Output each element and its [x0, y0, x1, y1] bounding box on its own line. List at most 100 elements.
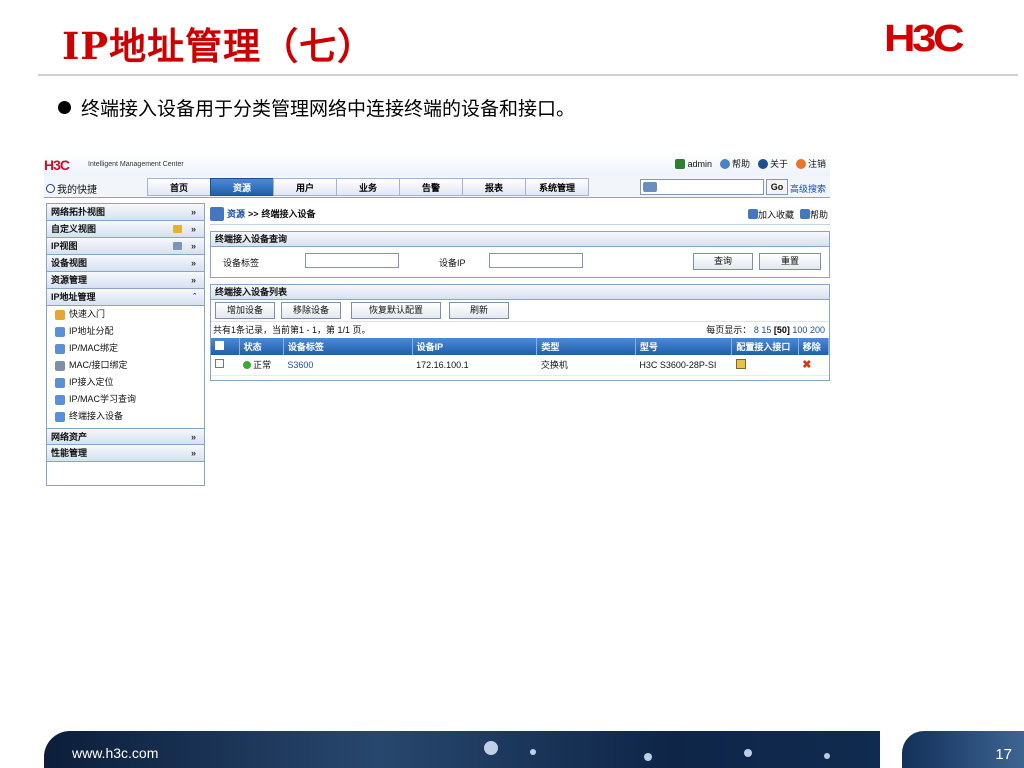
- col-model[interactable]: 型号: [635, 338, 733, 355]
- status-ok-icon: [243, 361, 252, 370]
- page-number: 17: [995, 746, 1012, 763]
- help-icon: [799, 209, 810, 219]
- search-type-icon[interactable]: [643, 182, 657, 192]
- view-switch-icon[interactable]: [173, 242, 182, 250]
- tab-alarms[interactable]: 告警: [399, 178, 463, 196]
- page-size-200[interactable]: 200: [810, 325, 825, 335]
- expand-chevron-icon[interactable]: »: [191, 204, 196, 220]
- refresh-button[interactable]: 刷新: [449, 302, 509, 319]
- sidebar-section-device-view[interactable]: 设备视图 »: [47, 255, 204, 272]
- expand-chevron-icon[interactable]: »: [191, 238, 196, 254]
- app-logo: H3C: [44, 157, 70, 173]
- expand-chevron-icon[interactable]: »: [191, 255, 196, 271]
- sidebar-section-resource-mgmt[interactable]: 资源管理 »: [47, 272, 204, 289]
- config-port-cell: [731, 355, 799, 376]
- remove-device-button[interactable]: 移除设备: [281, 302, 341, 319]
- delete-icon[interactable]: ✖: [802, 359, 811, 371]
- user-link[interactable]: admin: [675, 157, 712, 170]
- title-divider: [38, 74, 1018, 76]
- tab-services[interactable]: 业务: [336, 178, 400, 196]
- sidebar-item-ip-locate[interactable]: IP接入定位: [47, 374, 204, 391]
- record-summary: 共有1条记录，当前第1 - 1，第 1/1 页。: [213, 325, 371, 335]
- about-link[interactable]: 关于: [757, 157, 788, 170]
- col-config-port: 配置接入接口: [731, 338, 799, 355]
- sidebar-section-label: 资源管理: [51, 275, 88, 285]
- sidebar-section-network-assets[interactable]: 网络资产 »: [47, 428, 204, 445]
- page-size-100[interactable]: 100: [792, 325, 807, 335]
- star-icon: [747, 209, 758, 219]
- col-device-ip[interactable]: 设备IP: [412, 338, 538, 355]
- add-device-button[interactable]: 增加设备: [215, 302, 275, 319]
- sidebar: 网络拓扑视图 » 自定义视图 » IP视图 » 设备视图 » 资源管理 » IP地址管理 ˆ…: [46, 203, 205, 486]
- my-shortcuts[interactable]: 我的快捷: [46, 181, 97, 196]
- search-input[interactable]: [640, 179, 764, 195]
- folder-icon[interactable]: [173, 225, 182, 233]
- device-ip-input[interactable]: [489, 253, 583, 268]
- status-cell: 正常: [239, 355, 284, 376]
- about-label: 关于: [769, 159, 788, 169]
- page-size-15[interactable]: 15: [761, 325, 771, 335]
- sidebar-section-label: 网络拓扑视图: [51, 207, 106, 217]
- device-tag-label: 设备标签: [223, 258, 260, 268]
- sidebar-section-ip-mgmt[interactable]: IP地址管理 ˆ: [47, 289, 204, 306]
- sidebar-section-ip-view[interactable]: IP视图 »: [47, 238, 204, 255]
- port-icon: [55, 360, 65, 371]
- page-number-box: 17: [902, 731, 1024, 768]
- footer-url: www.h3c.com: [72, 745, 159, 761]
- table-row: 正常 S3600 172.16.100.1 交换机 H3C S3600-28P-…: [211, 355, 829, 376]
- sidebar-section-label: 设备视图: [51, 258, 88, 268]
- nav-bar: 我的快捷 首页 资源 用户 业务 告警 报表 系统管理 Go 高级搜索: [44, 176, 830, 198]
- sidebar-item-label: MAC/接口绑定: [69, 360, 128, 370]
- logout-link[interactable]: 注销: [795, 157, 826, 170]
- sidebar-item-label: IP地址分配: [69, 326, 114, 336]
- sidebar-item-ip-mac-binding[interactable]: IP/MAC绑定: [47, 340, 204, 357]
- advanced-search-link[interactable]: 高级搜索: [790, 182, 826, 195]
- restore-default-button[interactable]: 恢复默认配置: [351, 302, 441, 319]
- add-favorite-link[interactable]: 加入收藏: [747, 208, 794, 221]
- expand-chevron-icon[interactable]: »: [191, 445, 196, 461]
- col-device-tag[interactable]: 设备标签: [283, 338, 413, 355]
- page-help-link[interactable]: 帮助: [799, 208, 828, 221]
- sidebar-item-ip-mac-learning[interactable]: IP/MAC学习查询: [47, 391, 204, 408]
- col-status[interactable]: 状态: [239, 338, 284, 355]
- app-header: H3C Intelligent Management Center admin …: [44, 152, 830, 176]
- device-ip-cell: 172.16.100.1: [412, 355, 537, 376]
- footer-glow: [484, 741, 498, 755]
- sidebar-section-custom-view[interactable]: 自定义视图 »: [47, 221, 204, 238]
- sidebar-section-label: IP视图: [51, 241, 78, 251]
- sidebar-item-ip-allocation[interactable]: IP地址分配: [47, 323, 204, 340]
- col-type[interactable]: 类型: [536, 338, 636, 355]
- expand-chevron-icon[interactable]: »: [191, 429, 196, 445]
- sidebar-item-terminal-access[interactable]: 终端接入设备: [47, 408, 204, 425]
- reset-button[interactable]: 重置: [759, 253, 821, 270]
- main-tabs: 首页 资源 用户 业务 告警 报表 系统管理: [147, 178, 589, 196]
- list-panel-title: 终端接入设备列表: [211, 285, 829, 300]
- status-text: 正常: [253, 360, 272, 371]
- tab-users[interactable]: 用户: [273, 178, 337, 196]
- binding-icon: [55, 343, 65, 354]
- select-all-checkbox[interactable]: [215, 341, 224, 350]
- row-checkbox[interactable]: [215, 359, 224, 369]
- edit-icon[interactable]: [735, 358, 746, 369]
- device-tag-link[interactable]: S3600: [287, 360, 313, 370]
- collapse-chevron-icon[interactable]: ˆ: [193, 289, 196, 305]
- slide-title: IP地址管理（七）: [62, 24, 376, 68]
- sidebar-section-topology[interactable]: 网络拓扑视图 »: [47, 204, 204, 221]
- sidebar-item-mac-port-binding[interactable]: MAC/接口绑定: [47, 357, 204, 374]
- sidebar-item-quick-start[interactable]: 快速入门: [47, 306, 204, 323]
- expand-chevron-icon[interactable]: »: [191, 272, 196, 288]
- sidebar-section-performance[interactable]: 性能管理 »: [47, 445, 204, 462]
- expand-chevron-icon[interactable]: »: [191, 221, 196, 237]
- tab-system[interactable]: 系统管理: [525, 178, 589, 196]
- tab-home[interactable]: 首页: [147, 178, 211, 196]
- help-link[interactable]: 帮助: [719, 157, 750, 170]
- breadcrumb-current: 终端接入设备: [261, 209, 316, 219]
- tab-reports[interactable]: 报表: [462, 178, 526, 196]
- query-button[interactable]: 查询: [693, 253, 753, 270]
- page-size-8[interactable]: 8: [754, 325, 759, 335]
- tab-resources[interactable]: 资源: [210, 178, 274, 196]
- device-tag-input[interactable]: [305, 253, 399, 268]
- breadcrumb-root[interactable]: 资源: [227, 207, 245, 220]
- footer-glow: [530, 749, 536, 755]
- go-button[interactable]: Go: [766, 179, 788, 195]
